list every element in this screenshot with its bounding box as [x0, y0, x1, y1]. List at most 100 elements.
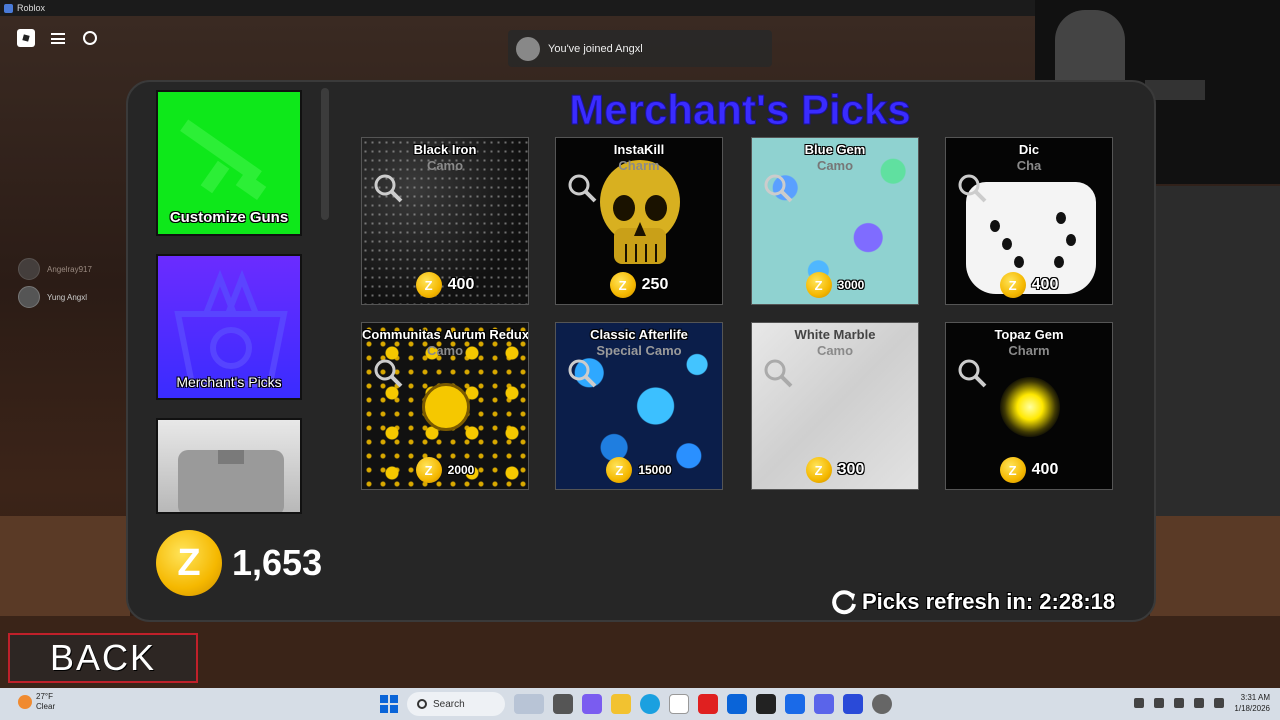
- item-price-value: 300: [837, 461, 865, 478]
- item-name: Dic: [1018, 142, 1040, 157]
- roblox-menu-button[interactable]: [16, 28, 36, 48]
- join-notification: You've joined Angxl: [508, 30, 772, 67]
- amazon-icon[interactable]: [756, 694, 776, 714]
- item-price: Z 3000: [752, 272, 918, 298]
- nav-customize-guns-label: Customize Guns: [169, 209, 289, 226]
- item-type: Camo: [816, 158, 854, 173]
- magnifier-icon[interactable]: [566, 357, 598, 389]
- wifi-icon[interactable]: [1194, 698, 1205, 708]
- settings-icon[interactable]: [872, 694, 892, 714]
- item-card-dice[interactable]: Dic Cha Z 400: [945, 137, 1113, 305]
- skull-charm-icon: [600, 160, 680, 264]
- taskbar-search-label: Search: [433, 698, 465, 710]
- voice-button[interactable]: [80, 28, 100, 48]
- picks-refresh-timer: Picks refresh in: 2:28:18: [830, 588, 1115, 616]
- magnifier-icon[interactable]: [372, 172, 404, 204]
- taskbar-clock[interactable]: 3:31 AM 1/18/2026: [1234, 692, 1270, 714]
- taskbar-search[interactable]: Search: [407, 692, 505, 716]
- magnifier-icon[interactable]: [566, 172, 598, 204]
- item-price: Z 400: [362, 272, 528, 298]
- back-button[interactable]: BACK: [8, 633, 198, 683]
- join-notification-text: You've joined Angxl: [548, 42, 643, 55]
- hamburger-icon: [51, 32, 65, 44]
- coin-icon: Z: [415, 457, 442, 483]
- roblox-app-icon: [4, 3, 13, 13]
- avatar: [18, 258, 40, 280]
- roblox-taskbar-icon[interactable]: [843, 694, 863, 714]
- item-card-black-iron[interactable]: Black Iron Camo Z 400: [361, 137, 529, 305]
- scene-shelf-left: [0, 516, 130, 626]
- item-card-white-marble[interactable]: White Marble Camo Z 300: [751, 322, 919, 490]
- roblox-logo-icon: [17, 29, 35, 47]
- edge-icon[interactable]: [640, 694, 660, 714]
- nav-scrollbar[interactable]: [321, 88, 329, 220]
- network-icon[interactable]: [1154, 698, 1165, 708]
- item-card-topaz-gem[interactable]: Topaz Gem Charm Z 400: [945, 322, 1113, 490]
- item-price: Z 400: [946, 457, 1112, 483]
- item-type: Charm: [1008, 343, 1050, 358]
- item-name: Topaz Gem: [994, 327, 1064, 342]
- item-card-instakill[interactable]: InstaKill Charm Z 250: [555, 137, 723, 305]
- item-card-communitas-aurum-redux[interactable]: Communitas Aurum Redux Camo Z 2000: [361, 322, 529, 490]
- magnifier-icon[interactable]: [372, 357, 404, 389]
- folder-icon[interactable]: [611, 694, 631, 714]
- facebook-icon[interactable]: [785, 694, 805, 714]
- scene-wall-right: [1155, 186, 1280, 526]
- item-card-blue-gem[interactable]: Blue Gem Camo Z 3000: [751, 137, 919, 305]
- item-type: Camo: [426, 158, 464, 173]
- discord-icon[interactable]: [814, 694, 834, 714]
- weather-temp: 27°F: [36, 692, 53, 701]
- copilot-icon[interactable]: [582, 694, 602, 714]
- item-price-value: 400: [1031, 276, 1059, 293]
- chevron-up-icon[interactable]: [1134, 698, 1145, 708]
- item-name: Blue Gem: [804, 142, 866, 157]
- weather-icon: [18, 695, 32, 709]
- nav-merchants-picks[interactable]: Merchant's Picks: [156, 254, 302, 400]
- player-item[interactable]: Angelray917: [18, 258, 92, 280]
- item-name: Classic Afterlife: [590, 327, 688, 342]
- item-card-classic-afterlife[interactable]: Classic Afterlife Special Camo Z 15000: [555, 322, 723, 490]
- scene-shelf-right: [1150, 516, 1280, 626]
- magnifier-icon[interactable]: [762, 357, 794, 389]
- magnifier-icon[interactable]: [956, 357, 988, 389]
- merchant-items-grid: Black Iron Camo Z 400 InstaKill Charm Z …: [361, 137, 1116, 490]
- magnifier-icon[interactable]: [956, 172, 988, 204]
- system-tray: 3:31 AM 1/18/2026: [1134, 692, 1270, 714]
- coin-icon: Z: [156, 530, 222, 596]
- store-icon[interactable]: [669, 694, 689, 714]
- coin-icon: Z: [606, 457, 633, 483]
- item-price: Z 2000: [362, 457, 528, 483]
- item-price-value: 250: [641, 276, 669, 293]
- item-type: Special Camo: [596, 343, 682, 358]
- player-name: Yung Angxl: [47, 292, 88, 302]
- search-icon: [417, 699, 427, 709]
- coin-balance: Z 1,653: [156, 530, 322, 596]
- task-view-icon[interactable]: [514, 694, 544, 714]
- file-icon[interactable]: [553, 694, 573, 714]
- roblox-top-bar: [16, 28, 100, 48]
- youtube-icon[interactable]: [698, 694, 718, 714]
- item-type: Charm: [618, 158, 660, 173]
- chat-menu-button[interactable]: [48, 28, 68, 48]
- item-type: Camo: [426, 343, 464, 358]
- volume-icon[interactable]: [1214, 698, 1225, 708]
- magnifier-icon[interactable]: [762, 172, 794, 204]
- headset-icon: [83, 31, 97, 45]
- taskbar-apps: Search: [380, 692, 892, 716]
- nav-crate[interactable]: [156, 418, 302, 514]
- start-button[interactable]: [380, 695, 398, 713]
- item-name: Black Iron: [413, 142, 477, 157]
- item-price: Z 400: [946, 272, 1112, 298]
- player-item[interactable]: Yung Angxl: [18, 286, 92, 308]
- item-name: InstaKill: [613, 142, 665, 157]
- coin-icon: Z: [415, 272, 442, 298]
- outlook-icon[interactable]: [727, 694, 747, 714]
- weather-widget[interactable]: 27°F Clear: [18, 692, 55, 712]
- item-price-value: 400: [1031, 461, 1059, 478]
- microphone-icon[interactable]: [1174, 698, 1185, 708]
- picks-refresh-label: Picks refresh in: 2:28:18: [862, 589, 1116, 614]
- coin-icon: Z: [805, 457, 832, 483]
- nav-customize-guns[interactable]: Customize Guns: [156, 90, 302, 236]
- coin-icon: Z: [999, 457, 1026, 483]
- item-type: Camo: [816, 343, 854, 358]
